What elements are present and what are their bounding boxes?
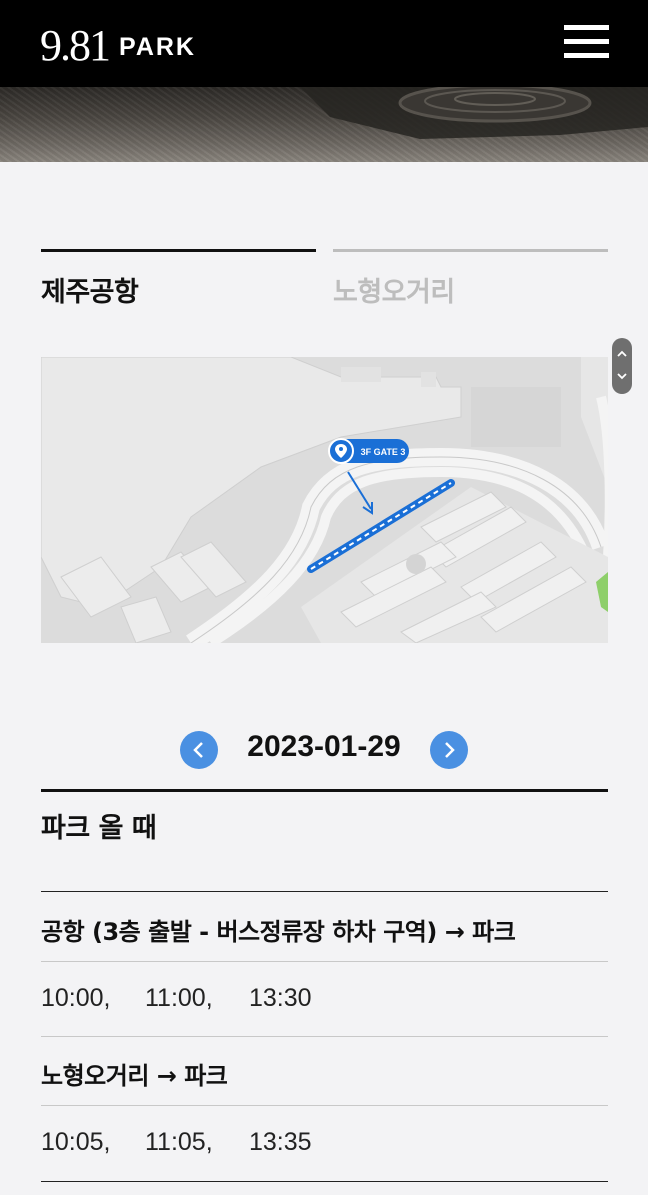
route-times-nohyeong: 10:05, 11:05, 13:35	[41, 1128, 353, 1157]
departure-time: 11:00,	[145, 984, 213, 1012]
tab-indicator	[333, 249, 608, 252]
route-times-airport: 10:00, 11:00, 13:30	[41, 984, 353, 1013]
departure-time: 10:00,	[41, 984, 111, 1012]
logo-word: PARK	[119, 33, 196, 61]
row-divider	[41, 1181, 608, 1182]
row-divider	[41, 961, 608, 962]
hamburger-menu-icon[interactable]	[564, 25, 609, 59]
hero-image	[0, 87, 648, 162]
chevron-right-icon	[445, 742, 455, 758]
tab-label: 노형오거리	[333, 277, 455, 308]
chevron-up-icon[interactable]	[616, 349, 628, 359]
route-title-nohyeong: 노형오거리 → 파크	[41, 1062, 228, 1090]
tab-indicator	[41, 249, 316, 252]
chevron-down-icon[interactable]	[616, 371, 628, 381]
departure-time: 11:05,	[145, 1128, 213, 1156]
row-divider	[41, 1036, 608, 1037]
date-navigation: 2023-01-29	[0, 726, 648, 776]
tab-label: 제주공항	[41, 277, 139, 308]
manhole-cover-graphic	[300, 87, 648, 139]
row-divider	[41, 1105, 608, 1106]
departure-time: 10:05,	[41, 1128, 111, 1156]
top-header: 9.81 PARK	[0, 0, 648, 87]
prev-date-button[interactable]	[180, 731, 218, 769]
departure-time: 13:35	[249, 1128, 312, 1156]
section-divider	[41, 789, 608, 792]
logo-number: 9.81	[40, 21, 111, 70]
tab-jeju-airport[interactable]: 제주공항	[41, 249, 316, 309]
chevron-left-icon	[193, 742, 203, 758]
airport-map[interactable]: 3F GATE 3	[41, 357, 608, 643]
scroll-control[interactable]	[612, 338, 632, 394]
departure-time: 13:30	[249, 984, 312, 1012]
tab-nohyeong-intersection[interactable]: 노형오거리	[333, 249, 608, 309]
section-divider	[41, 891, 608, 892]
brand-logo[interactable]: 9.81 PARK	[40, 20, 196, 68]
route-title-airport: 공항 (3층 출발 - 버스정류장 하차 구역) → 파크	[41, 918, 516, 946]
current-date: 2023-01-29	[247, 730, 401, 763]
next-date-button[interactable]	[430, 731, 468, 769]
map-marker-label: 3F GATE 3	[361, 447, 406, 457]
section-title: 파크 올 때	[41, 813, 157, 844]
